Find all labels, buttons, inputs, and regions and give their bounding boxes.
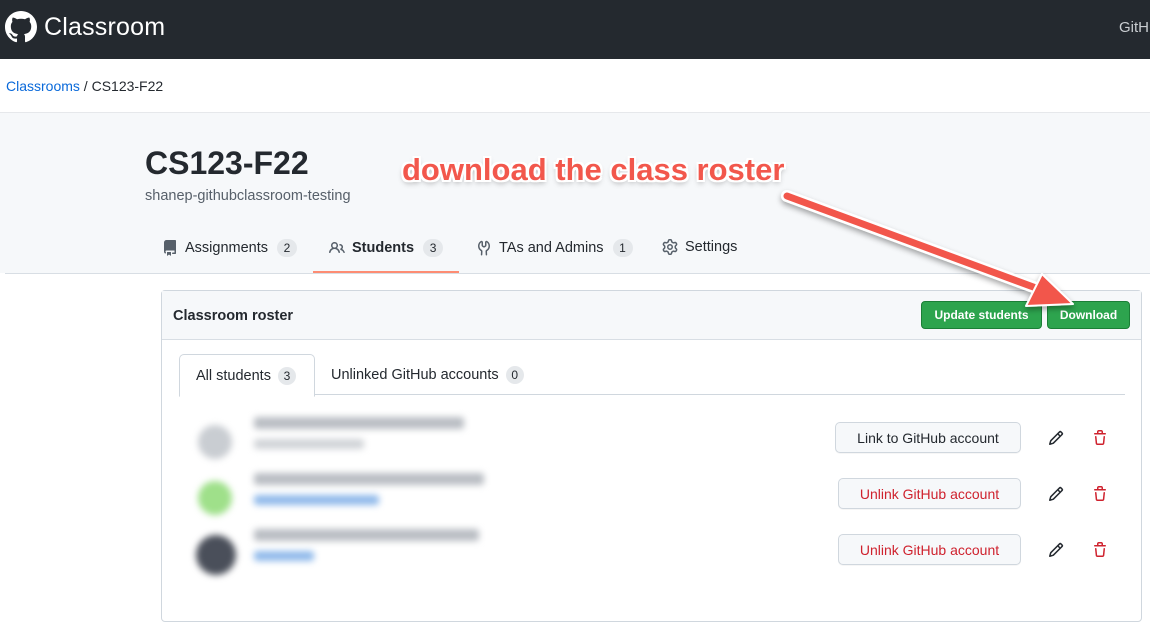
breadcrumb-current: CS123-F22	[91, 78, 164, 94]
tools-icon	[478, 240, 490, 256]
repo-icon	[164, 240, 176, 256]
tab-label: Assignments	[185, 240, 269, 256]
student-name	[254, 529, 479, 541]
unlink-github-account-button[interactable]: Unlink GitHub account	[838, 478, 1021, 509]
subtab-label: Unlinked GitHub accounts	[331, 367, 499, 383]
subtab-label: All students	[196, 368, 271, 384]
tab-label: Settings	[685, 239, 738, 256]
download-button[interactable]: Download	[1047, 301, 1130, 329]
people-icon	[329, 241, 345, 254]
trash-icon[interactable]	[1092, 486, 1108, 502]
breadcrumb-classrooms-link[interactable]: Classrooms	[6, 78, 80, 94]
tab-label: Students	[352, 240, 415, 256]
table-row: Unlink GitHub account	[162, 521, 1141, 577]
tab-settings[interactable]: Settings	[662, 239, 737, 273]
divider	[5, 273, 1150, 274]
subtab-all-students[interactable]: All students 3	[179, 354, 315, 397]
update-students-button[interactable]: Update students	[921, 301, 1042, 329]
unlink-github-account-button[interactable]: Unlink GitHub account	[838, 534, 1021, 565]
avatar	[196, 535, 236, 575]
student-name	[254, 473, 484, 485]
breadcrumb-separator: /	[83, 78, 88, 94]
count-badge: 0	[505, 366, 524, 384]
panel-header: Classroom roster Update students Downloa…	[162, 291, 1141, 340]
brand-title[interactable]: Classroom	[44, 13, 165, 42]
top-bar: Classroom GitHub	[0, 0, 1150, 59]
pencil-icon[interactable]	[1048, 542, 1064, 558]
trash-icon[interactable]	[1092, 430, 1108, 446]
page-title: CS123-F22	[145, 145, 309, 181]
student-name	[254, 417, 464, 429]
student-identifier	[254, 439, 364, 449]
tab-assignments[interactable]: Assignments 2	[162, 239, 298, 273]
pencil-icon[interactable]	[1048, 430, 1064, 446]
subtab-unlinked-github-accounts[interactable]: Unlinked GitHub accounts 0	[315, 354, 535, 395]
count-badge: 3	[277, 367, 296, 385]
github-username-link	[254, 495, 379, 505]
tab-tas-and-admins[interactable]: TAs and Admins 1	[476, 239, 633, 273]
github-logo-icon[interactable]	[5, 11, 37, 43]
breadcrumb: Classrooms / CS123-F22	[6, 78, 163, 94]
table-row: Link to GitHub account	[162, 409, 1141, 465]
count-badge: 2	[277, 239, 298, 257]
count-badge: 1	[612, 239, 633, 257]
panel-title: Classroom roster	[173, 308, 294, 324]
avatar	[198, 481, 232, 515]
organization-name: shanep-githubclassroom-testing	[145, 188, 351, 204]
tab-label: TAs and Admins	[499, 240, 604, 256]
classroom-roster-panel: Classroom roster Update students Downloa…	[161, 290, 1142, 622]
pencil-icon[interactable]	[1048, 486, 1064, 502]
count-badge: 3	[423, 239, 444, 257]
annotation-label: download the class roster	[402, 152, 785, 187]
github-username-link	[254, 551, 314, 561]
gear-icon	[662, 239, 678, 256]
link-github-account-button[interactable]: Link to GitHub account	[835, 422, 1021, 453]
trash-icon[interactable]	[1092, 542, 1108, 558]
header-right-link[interactable]: GitHub	[1119, 19, 1150, 36]
tab-students[interactable]: Students 3	[329, 239, 444, 273]
avatar	[198, 425, 232, 459]
table-row: Unlink GitHub account	[162, 465, 1141, 521]
